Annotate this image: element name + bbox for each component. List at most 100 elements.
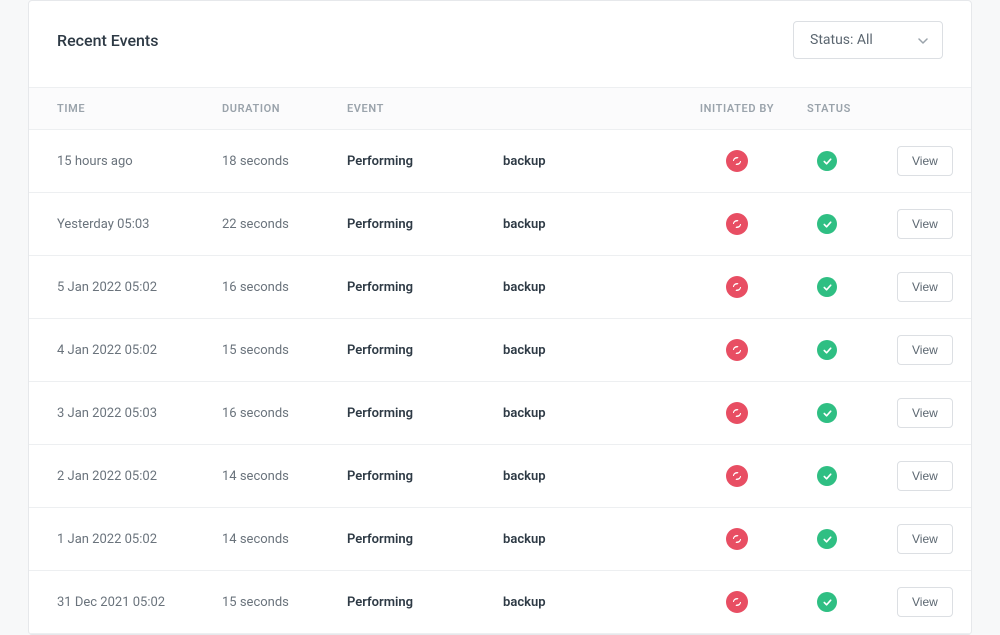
cell-initiated-by <box>667 528 807 550</box>
event-suffix: backup <box>503 469 546 484</box>
event-prefix: Performing <box>347 343 413 358</box>
cell-duration: 16 seconds <box>222 406 347 421</box>
cell-duration: 22 seconds <box>222 217 347 232</box>
cell-time: 3 Jan 2022 05:03 <box>57 406 222 421</box>
table-row: 1 Jan 2022 05:0214 secondsPerforming back… <box>29 508 971 571</box>
recent-events-card: Recent Events Status: All TIME DURATION … <box>28 0 972 635</box>
cell-initiated-by <box>667 339 807 361</box>
event-suffix: backup <box>503 343 546 358</box>
cell-status <box>807 340 897 360</box>
view-button[interactable]: View <box>897 335 953 365</box>
cell-time: 2 Jan 2022 05:02 <box>57 469 222 484</box>
status-filter-select[interactable]: Status: All <box>793 21 943 59</box>
chevron-down-icon <box>918 32 928 48</box>
cell-action: View <box>897 209 953 239</box>
view-button[interactable]: View <box>897 146 953 176</box>
table-row: 2 Jan 2022 05:0214 secondsPerforming back… <box>29 445 971 508</box>
event-prefix: Performing <box>347 217 413 232</box>
event-prefix: Performing <box>347 154 413 169</box>
cell-status <box>807 214 897 234</box>
view-button[interactable]: View <box>897 398 953 428</box>
col-time: TIME <box>57 102 222 115</box>
table-row: 31 Dec 2021 05:0215 secondsPerformingbac… <box>29 571 971 634</box>
check-circle-icon <box>817 592 837 612</box>
cell-event: Performing backup <box>347 532 667 547</box>
event-suffix: backup <box>503 406 546 421</box>
col-event: EVENT <box>347 102 667 115</box>
initiator-icon <box>726 402 748 424</box>
check-circle-icon <box>817 214 837 234</box>
table-row: 3 Jan 2022 05:0316 secondsPerforming back… <box>29 382 971 445</box>
cell-duration: 16 seconds <box>222 280 347 295</box>
cell-initiated-by <box>667 465 807 487</box>
initiator-icon <box>726 591 748 613</box>
cell-initiated-by <box>667 591 807 613</box>
cell-time: Yesterday 05:03 <box>57 217 222 232</box>
cell-duration: 18 seconds <box>222 154 347 169</box>
cell-status <box>807 403 897 423</box>
event-suffix: backup <box>503 595 546 610</box>
cell-action: View <box>897 398 953 428</box>
event-prefix: Performing <box>347 469 413 484</box>
col-initiated-by: INITIATED BY <box>667 102 807 115</box>
cell-duration: 14 seconds <box>222 469 347 484</box>
view-button[interactable]: View <box>897 524 953 554</box>
cell-initiated-by <box>667 276 807 298</box>
cell-action: View <box>897 524 953 554</box>
cell-status <box>807 529 897 549</box>
cell-event: Performing backup <box>347 154 667 169</box>
event-suffix: backup <box>503 280 546 295</box>
initiator-icon <box>726 465 748 487</box>
col-status: STATUS <box>807 102 897 115</box>
event-suffix: backup <box>503 154 546 169</box>
cell-duration: 15 seconds <box>222 595 347 610</box>
initiator-icon <box>726 150 748 172</box>
cell-action: View <box>897 335 953 365</box>
view-button[interactable]: View <box>897 272 953 302</box>
cell-action: View <box>897 587 953 617</box>
status-filter-label: Status: All <box>810 32 873 48</box>
card-header: Recent Events Status: All <box>29 1 971 87</box>
col-duration: DURATION <box>222 102 347 115</box>
cell-status <box>807 592 897 612</box>
cell-event: Performing backup <box>347 595 667 610</box>
event-prefix: Performing <box>347 595 413 610</box>
cell-duration: 15 seconds <box>222 343 347 358</box>
event-prefix: Performing <box>347 532 413 547</box>
initiator-icon <box>726 339 748 361</box>
cell-event: Performingbackup <box>347 217 667 232</box>
view-button[interactable]: View <box>897 461 953 491</box>
cell-event: Performing backup <box>347 469 667 484</box>
cell-time: 4 Jan 2022 05:02 <box>57 343 222 358</box>
event-prefix: Performing <box>347 406 413 421</box>
view-button[interactable]: View <box>897 587 953 617</box>
cell-status <box>807 277 897 297</box>
event-prefix: Performing <box>347 280 413 295</box>
check-circle-icon <box>817 529 837 549</box>
cell-event: Performing backup <box>347 406 667 421</box>
cell-time: 15 hours ago <box>57 154 222 169</box>
cell-initiated-by <box>667 150 807 172</box>
cell-event: Performing backup <box>347 343 667 358</box>
cell-action: View <box>897 272 953 302</box>
cell-initiated-by <box>667 402 807 424</box>
cell-action: View <box>897 146 953 176</box>
cell-status <box>807 151 897 171</box>
event-suffix: backup <box>503 532 546 547</box>
view-button[interactable]: View <box>897 209 953 239</box>
initiator-icon <box>726 213 748 235</box>
cell-duration: 14 seconds <box>222 532 347 547</box>
cell-status <box>807 466 897 486</box>
table-row: 5 Jan 2022 05:0216 secondsPerforming back… <box>29 256 971 319</box>
cell-initiated-by <box>667 213 807 235</box>
table-row: Yesterday 05:0322 secondsPerformingbacku… <box>29 193 971 256</box>
cell-time: 1 Jan 2022 05:02 <box>57 532 222 547</box>
initiator-icon <box>726 528 748 550</box>
check-circle-icon <box>817 466 837 486</box>
table-row: 15 hours ago18 secondsPerforming backup Vi… <box>29 130 971 193</box>
cell-time: 5 Jan 2022 05:02 <box>57 280 222 295</box>
check-circle-icon <box>817 277 837 297</box>
check-circle-icon <box>817 340 837 360</box>
table-row: 4 Jan 2022 05:0215 secondsPerforming back… <box>29 319 971 382</box>
table-body: 15 hours ago18 secondsPerformingbackupVi… <box>29 130 971 634</box>
